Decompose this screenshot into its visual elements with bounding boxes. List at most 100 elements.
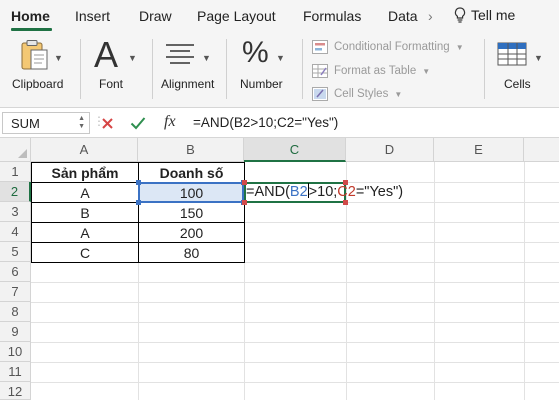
column-header-f[interactable] (524, 138, 559, 162)
lightbulb-icon (454, 7, 466, 23)
ribbon-home: ▼ Clipboard A ▼ Font ▼ Alignment % ▼ Num… (0, 33, 559, 108)
fx-icon[interactable]: fx (164, 113, 176, 131)
column-header-e[interactable]: E (434, 138, 524, 162)
row-header-12[interactable]: 12 (0, 382, 31, 400)
tab-draw[interactable]: Draw (139, 8, 172, 24)
alignment-group[interactable]: ▼ Alignment (156, 33, 222, 108)
tab-data[interactable]: Data (388, 8, 418, 24)
table-row: B 150 (31, 202, 245, 223)
clipboard-group[interactable]: ▼ Clipboard (8, 33, 70, 108)
alignment-icon (166, 44, 194, 64)
format-as-table-dropdown-chevron: ▼ (422, 66, 431, 76)
ribbon-separator (484, 39, 485, 99)
number-icon: % (242, 36, 269, 69)
cell-a3[interactable]: B (31, 202, 139, 223)
conditional-formatting-button[interactable]: Conditional Formatting ▼ (312, 40, 464, 54)
cell-b5[interactable]: 80 (138, 242, 245, 263)
number-dropdown-chevron[interactable]: ▼ (276, 53, 285, 63)
format-as-table-label: Format as Table (334, 65, 417, 77)
font-label: Font (99, 77, 124, 91)
row-header-10[interactable]: 10 (0, 342, 31, 362)
cell-a2[interactable]: A (31, 182, 139, 203)
gridline (31, 322, 559, 323)
select-all-button[interactable] (0, 138, 31, 162)
conditional-formatting-icon (312, 40, 328, 54)
cell-styles-icon (312, 87, 328, 101)
cell-styles-button[interactable]: Cell Styles ▼ (312, 87, 402, 101)
cell-b3[interactable]: 150 (138, 202, 245, 223)
number-group[interactable]: % ▼ Number (232, 33, 296, 108)
conditional-formatting-label: Conditional Formatting (334, 41, 450, 53)
gridline (31, 382, 559, 383)
ribbon-separator (226, 39, 227, 99)
gridline (524, 162, 525, 400)
formula-ref-c2: C2 (337, 184, 356, 200)
name-box-spinner[interactable]: ▲ ▼ (78, 115, 85, 131)
name-box-value: SUM (11, 116, 40, 131)
cell-edit-formula[interactable]: =AND(B2>10;C2="Yes") (246, 183, 403, 201)
gridline (434, 162, 435, 400)
font-dropdown-chevron[interactable]: ▼ (128, 53, 137, 63)
alignment-label: Alignment (161, 77, 215, 91)
cell-a1[interactable]: Sản phẩm (31, 162, 139, 183)
cell-a4[interactable]: A (31, 222, 139, 243)
column-header-a[interactable]: A (31, 138, 138, 162)
tell-me-search[interactable]: Tell me (454, 7, 515, 23)
format-as-table-icon (312, 64, 328, 78)
conditional-formatting-dropdown-chevron: ▼ (455, 42, 464, 52)
cell-b1[interactable]: Doanh số (138, 162, 245, 183)
cell-a5[interactable]: C (31, 242, 139, 263)
row-header-8[interactable]: 8 (0, 302, 31, 322)
table-row: C 80 (31, 242, 245, 263)
row-header-1[interactable]: 1 (0, 162, 31, 182)
clipboard-label: Clipboard (12, 77, 64, 91)
tab-insert[interactable]: Insert (75, 8, 110, 24)
row-header-9[interactable]: 9 (0, 322, 31, 342)
cancel-icon[interactable] (101, 117, 114, 130)
tabs-overflow-chevron[interactable]: › (428, 8, 433, 24)
font-icon: A (94, 34, 119, 75)
row-header-2[interactable]: 2 (0, 182, 31, 202)
ribbon-separator (152, 39, 153, 99)
tab-page-layout[interactable]: Page Layout (197, 8, 276, 24)
check-icon[interactable] (130, 116, 146, 130)
column-header-c[interactable]: C (244, 138, 346, 162)
tab-formulas[interactable]: Formulas (303, 8, 361, 24)
formula-part: ="Yes") (355, 184, 404, 200)
ribbon-tab-bar: Home Insert Draw Page Layout Formulas Da… (0, 0, 559, 33)
formula-part: =AND( (246, 184, 290, 200)
cell-styles-dropdown-chevron: ▼ (394, 89, 403, 99)
row-header-6[interactable]: 6 (0, 262, 31, 282)
column-header-d[interactable]: D (346, 138, 434, 162)
row-header-7[interactable]: 7 (0, 282, 31, 302)
gridline (31, 282, 559, 283)
cells-dropdown-chevron[interactable]: ▼ (534, 53, 543, 63)
column-header-b[interactable]: B (138, 138, 244, 162)
table-row: A 100 (31, 182, 245, 203)
cell-b2[interactable]: 100 (138, 182, 245, 203)
cells-icon (497, 42, 527, 66)
row-header-3[interactable]: 3 (0, 202, 31, 222)
tell-me-label: Tell me (471, 7, 516, 23)
font-group[interactable]: A ▼ Font (86, 33, 146, 108)
number-label: Number (240, 77, 283, 91)
worksheet-grid: A B C D E 1 2 3 4 5 6 7 8 9 10 11 12 Sản… (0, 138, 559, 400)
format-as-table-button[interactable]: Format as Table ▼ (312, 64, 430, 78)
alignment-dropdown-chevron[interactable]: ▼ (202, 53, 211, 63)
formula-ref-b2: B2 (289, 184, 308, 200)
name-box[interactable]: SUM ▲ ▼ (2, 112, 90, 134)
table-header-row: Sản phẩm Doanh số (31, 162, 245, 183)
ribbon-separator (80, 39, 81, 99)
row-header-4[interactable]: 4 (0, 222, 31, 242)
row-header-5[interactable]: 5 (0, 242, 31, 262)
ribbon-separator (302, 39, 303, 99)
row-header-11[interactable]: 11 (0, 362, 31, 382)
gridline (31, 362, 559, 363)
formula-input[interactable]: =AND(B2>10;C2="Yes") (193, 115, 338, 130)
clipboard-dropdown-chevron[interactable]: ▼ (54, 53, 63, 63)
data-table: Sản phẩm Doanh số A 100 B 150 A 200 C 80 (31, 162, 245, 263)
tab-home[interactable]: Home (11, 8, 50, 24)
formula-part: >10; (308, 184, 338, 200)
cell-b4[interactable]: 200 (138, 222, 245, 243)
cells-group[interactable]: ▼ Cells (490, 33, 552, 108)
